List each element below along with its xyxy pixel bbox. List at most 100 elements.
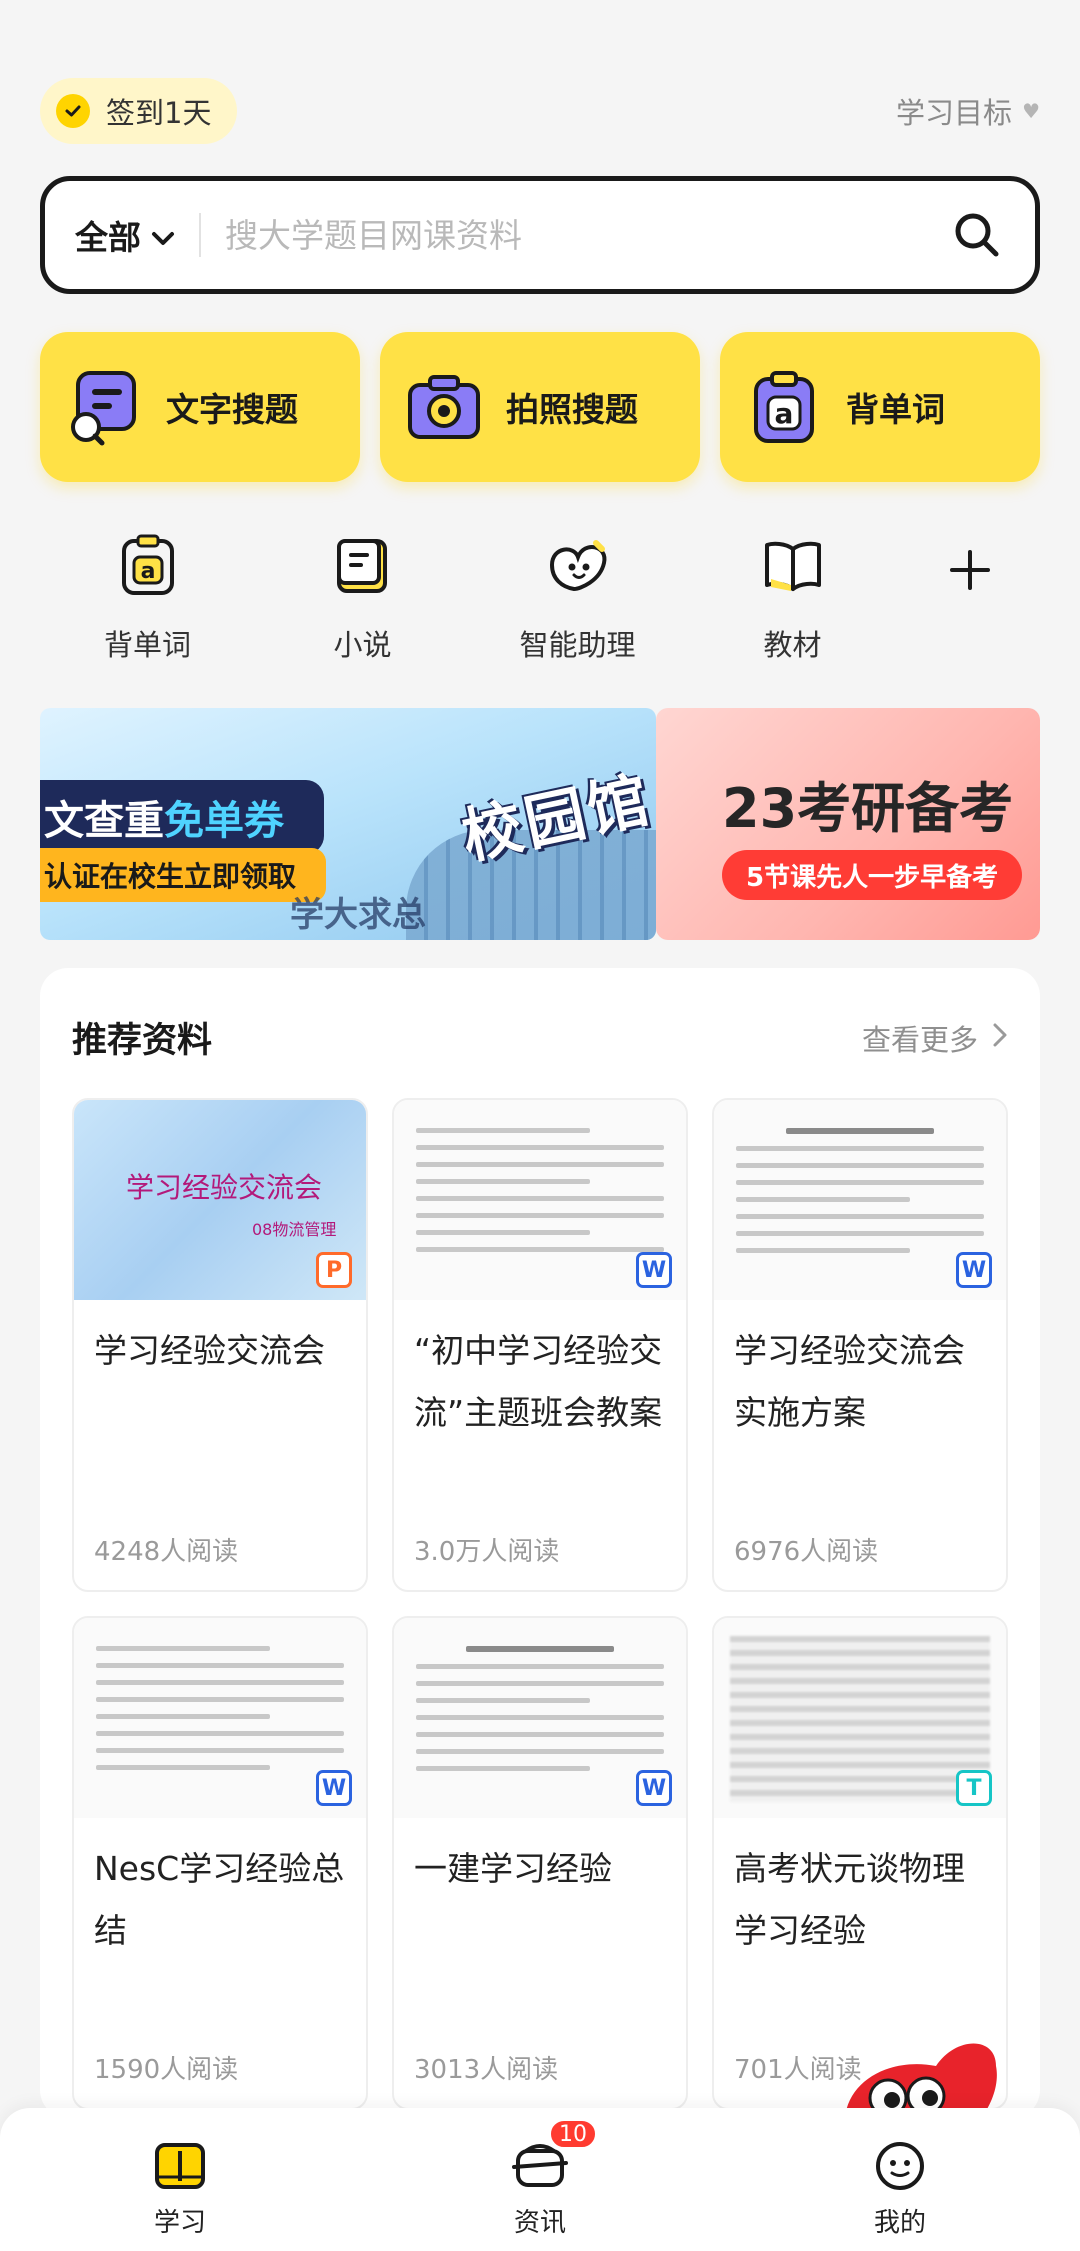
banner-exam-title: 23考研备考 xyxy=(722,777,1014,840)
text-search-button[interactable]: 文字搜题 xyxy=(40,332,360,482)
novel-icon xyxy=(328,530,398,600)
doc-title: “初中学习经验交流”主题班会教案 xyxy=(414,1331,663,1432)
nav-item-profile[interactable]: 我的 xyxy=(800,2108,1000,2251)
photo-search-button[interactable]: 拍照搜题 xyxy=(380,332,700,482)
svg-text:a: a xyxy=(140,559,155,584)
banner-campus[interactable]: 文查重 免单券 认证在校生立即领取 校园馆 学大求总 xyxy=(40,708,656,940)
top-bar: 签到1天 学习目标 ♥ xyxy=(40,78,1040,144)
vocab-label: 背单词 xyxy=(846,390,945,429)
word-file-icon: W xyxy=(636,1252,672,1288)
nav-label: 我的 xyxy=(873,2208,926,2238)
quick-item-novel[interactable]: 小说 xyxy=(255,530,470,670)
recommended-section: 推荐资料 查看更多 学习经验交流会 08物流管理 P 学习经验交流会 4248人… xyxy=(40,968,1040,2118)
vocab-card-icon: a xyxy=(744,367,824,447)
search-icon[interactable] xyxy=(947,205,1007,265)
chevron-right-icon xyxy=(992,1021,1008,1055)
word-file-icon: W xyxy=(956,1252,992,1288)
doc-title: 学习经验交流会 xyxy=(94,1331,325,1370)
banner-coupon-highlight: 免单券 xyxy=(164,798,284,844)
doc-preview-lines xyxy=(416,1646,664,1783)
doc-read-count: 3.0万人阅读 xyxy=(414,1537,560,1567)
banner-exam-prep[interactable]: 23考研备考 5节课先人一步早备考 xyxy=(656,708,1040,940)
study-home-screen: 签到1天 学习目标 ♥ 全部 搜大学题目网课资料 文字搜题 拍照搜题 a 背单词… xyxy=(0,0,1080,2251)
photo-search-label: 拍照搜题 xyxy=(506,390,638,429)
doc-title: 一建学习经验 xyxy=(414,1849,612,1888)
assistant-icon xyxy=(543,530,613,600)
doc-read-count: 6976人阅读 xyxy=(734,1537,879,1567)
vocab-icon: a xyxy=(113,530,183,600)
plus-icon xyxy=(948,548,992,670)
banner-carousel[interactable]: 文查重 免单券 认证在校生立即领取 校园馆 学大求总 23考研备考 5节课先人一步… xyxy=(40,708,1040,940)
doc-thumbnail: W xyxy=(394,1618,686,1818)
quick-item-textbook[interactable]: 教材 xyxy=(685,530,900,670)
view-more-link[interactable]: 查看更多 xyxy=(862,1017,1008,1059)
add-entry-button[interactable] xyxy=(900,530,1040,670)
doc-thumbnail: W xyxy=(394,1100,686,1300)
heart-icon: ♥ xyxy=(1022,99,1040,123)
quick-item-vocab[interactable]: a 背单词 xyxy=(40,530,255,670)
doc-thumbnail: 学习经验交流会 08物流管理 P xyxy=(74,1100,366,1300)
text-search-label: 文字搜题 xyxy=(166,390,298,429)
camera-icon xyxy=(404,367,484,447)
search-divider xyxy=(199,213,201,257)
doc-card[interactable]: W 学习经验交流会实施方案 6976人阅读 xyxy=(712,1098,1008,1592)
nav-item-news[interactable]: 10 资讯 xyxy=(440,2108,640,2251)
text-search-icon xyxy=(64,367,144,447)
search-scope-label: 全部 xyxy=(75,218,141,257)
thumbnail-subtitle: 08物流管理 xyxy=(252,1220,337,1239)
svg-text:a: a xyxy=(775,397,794,430)
word-file-icon: W xyxy=(636,1770,672,1806)
doc-thumbnail: W xyxy=(74,1618,366,1818)
banner-coupon-title: 文查重 免单券 xyxy=(40,780,324,854)
thumbnail-title: 学习经验交流会 xyxy=(126,1171,323,1204)
unread-badge: 10 xyxy=(548,2118,598,2150)
doc-title: 学习经验交流会实施方案 xyxy=(734,1331,965,1432)
textbook-icon xyxy=(758,530,828,600)
doc-preview-lines xyxy=(416,1128,664,1264)
section-title: 推荐资料 xyxy=(72,1021,213,1061)
nav-label: 资讯 xyxy=(513,2208,566,2238)
banner-coupon-text: 文查重 xyxy=(44,798,164,844)
quick-entries: a 背单词 小说 智能助理 教材 xyxy=(40,530,1040,670)
profile-face-icon xyxy=(872,2138,928,2194)
search-scope-dropdown[interactable]: 全部 xyxy=(45,211,175,259)
quick-item-label: 教材 xyxy=(763,628,822,662)
doc-card[interactable]: W NesC学习经验总结 1590人阅读 xyxy=(72,1616,368,2110)
doc-read-count: 3013人阅读 xyxy=(414,2055,559,2085)
doc-read-count: 4248人阅读 xyxy=(94,1537,239,1567)
search-input[interactable] xyxy=(225,215,947,255)
doc-title: NesC学习经验总结 xyxy=(94,1849,345,1950)
nav-item-study[interactable]: 学习 xyxy=(80,2108,280,2251)
doc-card[interactable]: 学习经验交流会 08物流管理 P 学习经验交流会 4248人阅读 xyxy=(72,1098,368,1592)
doc-thumbnail: W xyxy=(714,1100,1006,1300)
checkin-pill[interactable]: 签到1天 xyxy=(40,78,238,144)
doc-thumbnail: T xyxy=(714,1618,1006,1818)
checkin-label: 签到1天 xyxy=(106,96,212,130)
banner-coupon-subtitle: 认证在校生立即领取 xyxy=(40,848,327,902)
recommended-grid: 学习经验交流会 08物流管理 P 学习经验交流会 4248人阅读 W “初中学习… xyxy=(72,1098,1008,2110)
text-file-icon: T xyxy=(956,1770,992,1806)
vocab-button[interactable]: a 背单词 xyxy=(720,332,1040,482)
primary-actions: 文字搜题 拍照搜题 a 背单词 xyxy=(40,332,1040,482)
study-goal-label: 学习目标 xyxy=(896,96,1013,130)
nav-label: 学习 xyxy=(153,2208,206,2238)
banner-motto: 学大求总 xyxy=(290,895,426,935)
check-icon xyxy=(56,94,90,128)
banner-exam-subtitle: 5节课先人一步早备考 xyxy=(722,850,1023,900)
doc-read-count: 1590人阅读 xyxy=(94,2055,239,2085)
chevron-down-icon xyxy=(151,216,175,255)
bottom-nav: 学习 10 资讯 我的 xyxy=(0,2108,1080,2251)
quick-item-label: 背单词 xyxy=(103,628,191,662)
doc-card[interactable]: W 一建学习经验 3013人阅读 xyxy=(392,1616,688,2110)
doc-title: 高考状元谈物理学习经验 xyxy=(734,1849,965,1950)
word-file-icon: W xyxy=(316,1770,352,1806)
recommended-header: 推荐资料 查看更多 xyxy=(72,1012,1008,1063)
quick-item-label: 小说 xyxy=(333,628,392,662)
quick-item-label: 智能助理 xyxy=(519,628,636,662)
search-bar: 全部 xyxy=(40,176,1040,294)
study-book-icon xyxy=(152,2138,208,2194)
doc-preview-lines xyxy=(96,1646,344,1782)
doc-card[interactable]: W “初中学习经验交流”主题班会教案 3.0万人阅读 xyxy=(392,1098,688,1592)
quick-item-assistant[interactable]: 智能助理 xyxy=(470,530,685,670)
study-goal-button[interactable]: 学习目标 ♥ xyxy=(896,90,1040,132)
